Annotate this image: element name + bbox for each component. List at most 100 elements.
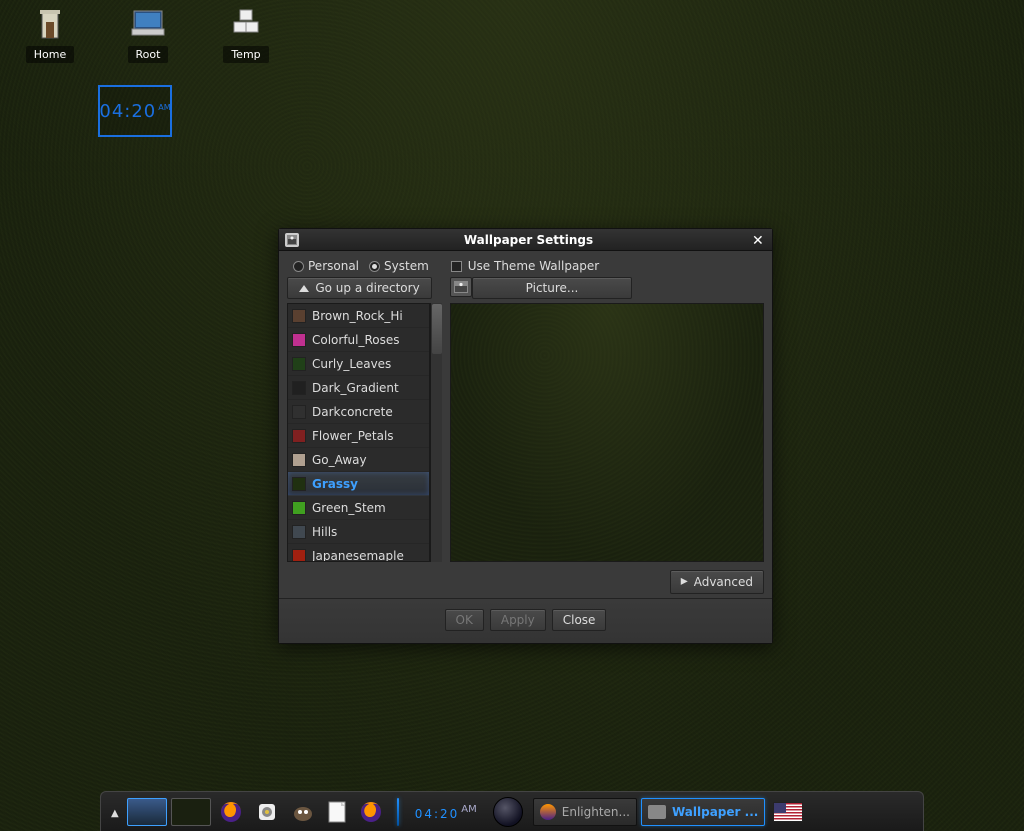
window-icon [285,233,299,247]
workspace-2[interactable] [171,798,211,826]
desktop-icon-temp[interactable]: Temp [216,6,276,63]
desktop-icon-root[interactable]: Root [118,6,178,63]
file-thumbnail-icon [292,477,306,491]
desktop-icons: Home Root Temp [20,6,276,63]
file-thumbnail-icon [292,453,306,467]
document-icon [327,800,347,824]
content-area: Brown_Rock_Hi Colorful_RosesCurly_Leaves D… [279,299,772,566]
file-item[interactable]: Darkconcrete [288,400,429,424]
file-list-scrollbar[interactable] [430,303,442,562]
taskbar-task-wallpaper[interactable]: Wallpaper ... [641,798,765,826]
button-label: Advanced [694,575,753,589]
desktop-icon-home[interactable]: Home [20,6,80,63]
task-label: Wallpaper ... [672,805,758,819]
file-item[interactable]: Grassy [288,472,429,496]
file-list-pane: Brown_Rock_Hi Colorful_RosesCurly_Leaves D… [287,303,442,562]
firefox-icon [359,800,383,824]
file-thumbnail-icon [292,357,306,371]
launcher-firefox[interactable] [215,797,247,827]
launcher-gimp[interactable] [287,797,319,827]
wallpaper-preview [450,303,764,562]
clock-ampm: AM [158,103,170,112]
dialog-buttons: OK Apply Close [279,598,772,643]
taskbar-clock[interactable]: 04:20AM [409,799,483,824]
taskbar: 04:20AM Enlighten... Wallpaper ... [100,791,924,831]
window-titlebar[interactable]: Wallpaper Settings ✕ [279,229,772,251]
ok-button[interactable]: OK [445,609,484,631]
picture-icon [450,277,472,297]
taskbar-task-enlighten[interactable]: Enlighten... [533,798,637,826]
apply-button[interactable]: Apply [490,609,546,631]
file-item[interactable]: Flower_Petals [288,424,429,448]
home-icon [32,6,68,42]
radio-personal[interactable]: Personal [293,259,359,273]
radio-dot-icon [369,261,380,272]
close-button[interactable]: Close [552,609,607,631]
file-thumbnail-icon [292,333,306,347]
file-name-label: Flower_Petals [312,429,394,443]
file-thumbnail-icon [292,381,306,395]
source-radio-group: Personal System [293,259,429,273]
file-thumbnail-icon [292,549,306,562]
file-item[interactable]: Curly_Leaves [288,352,429,376]
workspace-1[interactable] [127,798,167,826]
gimp-icon [291,800,315,824]
taskbar-separator [397,798,399,826]
firefox-icon [219,800,243,824]
arrow-up-icon [299,281,309,295]
file-item[interactable]: Green_Stem [288,496,429,520]
button-label: Picture... [526,281,579,295]
window-title: Wallpaper Settings [305,233,752,247]
file-name-label: Brown_Rock_Hi [312,309,403,323]
file-name-label: Darkconcrete [312,405,393,419]
go-up-button[interactable]: Go up a directory [287,277,432,299]
launcher-firefox-2[interactable] [355,797,387,827]
clock-time: 04:20 [415,807,460,821]
scrollbar-thumb[interactable] [432,304,442,354]
close-button[interactable]: ✕ [752,233,766,247]
task-icon [540,804,556,820]
radio-system[interactable]: System [369,259,429,273]
checkbox-theme-wallpaper[interactable]: Use Theme Wallpaper [451,259,599,273]
file-item[interactable]: Dark_Gradient [288,376,429,400]
wallpaper-settings-window: Wallpaper Settings ✕ Personal System Use… [278,228,773,644]
file-name-label: Dark_Gradient [312,381,399,395]
chevron-right-icon [681,574,688,590]
source-row: Personal System Use Theme Wallpaper [279,251,772,277]
file-thumbnail-icon [292,429,306,443]
us-flag-icon [773,802,803,822]
advanced-button[interactable]: Advanced [670,570,764,594]
file-thumbnail-icon [292,501,306,515]
checkbox-box-icon [451,261,462,272]
file-item[interactable]: Colorful_Roses [288,328,429,352]
file-item[interactable]: Hills [288,520,429,544]
clock-ampm: AM [461,804,476,815]
task-label: Enlighten... [562,805,630,819]
launcher-document[interactable] [323,797,351,827]
file-item[interactable]: Go_Away [288,448,429,472]
button-label: Apply [501,613,535,627]
launcher-audio[interactable] [251,797,283,827]
start-button[interactable] [107,797,123,827]
keyboard-layout-flag[interactable] [769,797,807,827]
toolbar-row: Go up a directory Picture... [279,277,772,299]
picture-button[interactable]: Picture... [472,277,632,299]
chevron-up-icon [111,805,119,819]
radio-label: System [384,259,429,273]
file-thumbnail-icon [292,525,306,539]
file-thumbnail-icon [292,405,306,419]
button-label: Close [563,613,596,627]
taskbar-orb[interactable] [493,797,523,827]
desktop-clock-widget[interactable]: 04:20 AM [98,85,172,137]
desktop-icon-label: Root [128,46,169,63]
file-item[interactable]: Japanesemaple [288,544,429,561]
file-item[interactable]: Brown_Rock_Hi [288,304,429,328]
file-name-label: Hills [312,525,337,539]
speaker-icon [255,800,279,824]
desktop-icon-label: Home [26,46,74,63]
wallpaper-file-list[interactable]: Brown_Rock_Hi Colorful_RosesCurly_Leaves D… [287,303,430,562]
task-icon [648,805,666,819]
file-name-label: Japanesemaple [312,549,404,562]
boxes-icon [228,6,264,42]
advanced-row: Advanced [279,566,772,598]
